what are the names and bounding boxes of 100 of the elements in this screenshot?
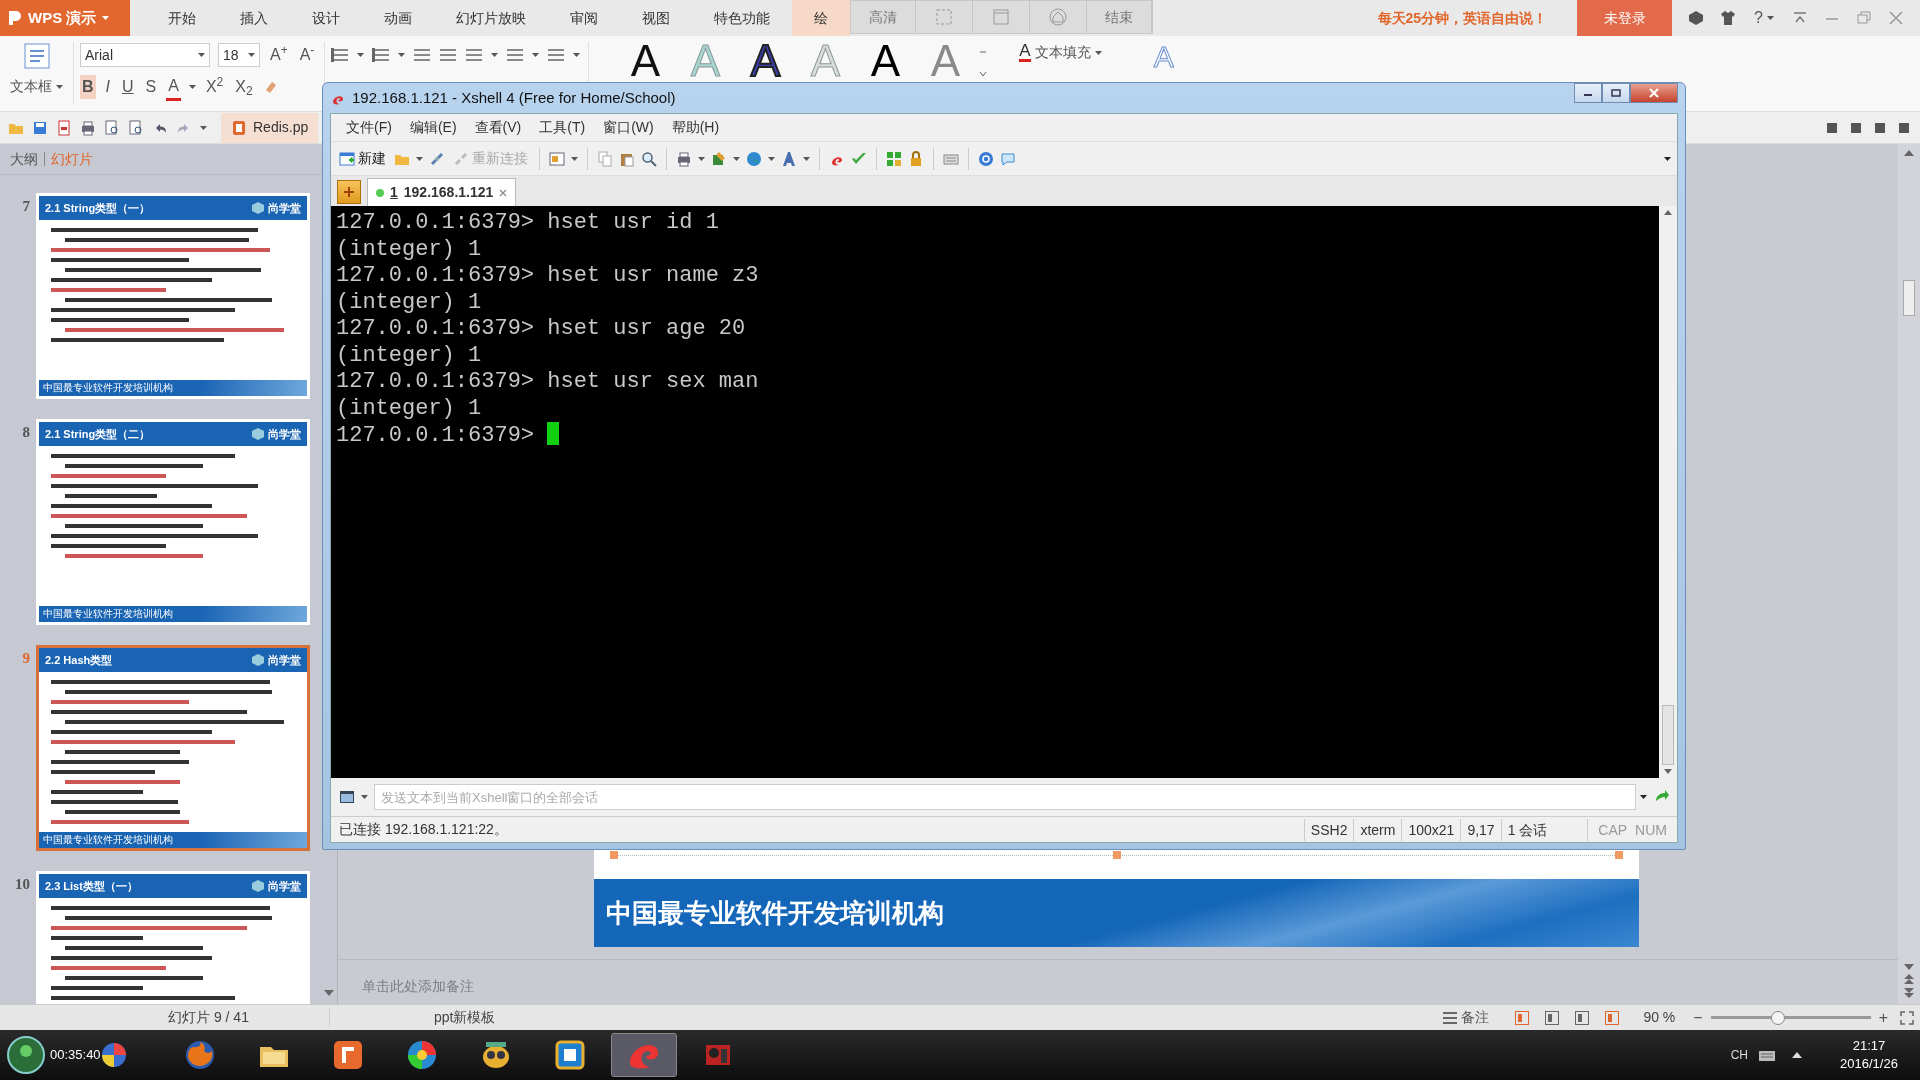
- notes-button[interactable]: 备注: [1441, 1007, 1492, 1028]
- copy-icon[interactable]: [597, 150, 613, 167]
- preview-icon[interactable]: [128, 119, 144, 136]
- scrollbar[interactable]: [1659, 206, 1677, 778]
- menu-tab[interactable]: 绘: [792, 0, 850, 36]
- close-icon[interactable]: [1888, 10, 1904, 26]
- maximize-button[interactable]: [1602, 83, 1630, 103]
- lock-icon[interactable]: [908, 150, 924, 167]
- menu-tab[interactable]: 视图: [620, 0, 692, 36]
- globe-icon[interactable]: [746, 150, 762, 167]
- slide-thumbnail[interactable]: 2.2 Hash类型 尚学堂 中国最专业软件开发培训机构: [36, 645, 310, 852]
- language-indicator[interactable]: CH: [1730, 1046, 1748, 1064]
- scroll-up-icon[interactable]: [1904, 150, 1914, 156]
- start-orb-icon[interactable]: [6, 1035, 46, 1075]
- menu-tab[interactable]: 插入: [218, 0, 290, 36]
- menu-item[interactable]: 编辑(E): [400, 117, 466, 138]
- menu-tab[interactable]: 设计: [290, 0, 362, 36]
- slideshow-icon[interactable]: [1605, 1010, 1620, 1025]
- menu-tab[interactable]: 特色功能: [692, 0, 792, 36]
- reading-view-icon[interactable]: [1575, 1010, 1590, 1025]
- resize-handle[interactable]: [1112, 851, 1121, 859]
- scroll-up-icon[interactable]: [1664, 210, 1672, 215]
- superscript-button[interactable]: X$^{2}$: [203, 75, 226, 99]
- format-button[interactable]: U: [120, 75, 136, 99]
- menu-tab[interactable]: 审阅: [548, 0, 620, 36]
- slide-thumbnail[interactable]: 2.3 List类型（一） 尚学堂: [36, 871, 310, 1004]
- document-tab[interactable]: Redis.pp: [221, 112, 319, 143]
- terminal-line: (integer) 1: [336, 395, 483, 422]
- scroll-down-icon[interactable]: [1664, 769, 1672, 774]
- format-button[interactable]: B: [80, 75, 96, 99]
- menu-item[interactable]: 帮助(H): [662, 117, 729, 138]
- menu-item[interactable]: 窗口(W): [594, 117, 663, 138]
- wordart-style[interactable]: A: [619, 42, 672, 80]
- resize-handle[interactable]: [610, 851, 618, 859]
- wordart-style[interactable]: A: [859, 42, 912, 80]
- panel-tab[interactable]: 大纲: [10, 148, 38, 170]
- close-button[interactable]: [1630, 83, 1678, 103]
- restore-icon[interactable]: [1856, 10, 1872, 26]
- numbering-icon[interactable]: [372, 47, 391, 63]
- menu-item[interactable]: 工具(T): [530, 117, 595, 138]
- slider-thumb[interactable]: [1770, 1010, 1785, 1025]
- grid-view-icon[interactable]: [1545, 1010, 1560, 1025]
- format-button[interactable]: I: [103, 75, 112, 99]
- properties-icon[interactable]: [549, 150, 565, 167]
- printer-icon[interactable]: [676, 150, 692, 167]
- normal-view-icon[interactable]: [1515, 1010, 1530, 1025]
- menu-tab[interactable]: 开始: [146, 0, 218, 36]
- scrollbar[interactable]: [1898, 144, 1920, 1004]
- slide-thumbnail[interactable]: 2.1 String类型（一） 尚学堂 中国最专业软件开发培训机构: [36, 193, 310, 400]
- next-slide-icon[interactable]: [1904, 988, 1914, 998]
- grow-font-button[interactable]: A$^{+}$: [268, 43, 290, 67]
- minimize-button[interactable]: [1574, 83, 1602, 103]
- help-button[interactable]: ?: [1752, 6, 1776, 30]
- fit-window-icon[interactable]: [1900, 1010, 1914, 1025]
- format-button[interactable]: S: [143, 75, 159, 99]
- printer-icon[interactable]: [80, 119, 96, 136]
- home-icon[interactable]: [1048, 7, 1068, 27]
- menu-tab[interactable]: 幻灯片放映: [434, 0, 548, 36]
- shirt-icon[interactable]: [1720, 10, 1737, 26]
- scroll-down-icon[interactable]: [324, 990, 334, 996]
- menu-item[interactable]: 文件(F): [337, 117, 401, 138]
- close-icon[interactable]: [499, 188, 508, 197]
- zoom-out-button[interactable]: −: [1691, 1005, 1705, 1030]
- font-name-field[interactable]: Arial: [80, 43, 210, 67]
- link-icon[interactable]: [429, 150, 445, 167]
- grid-icon[interactable]: [886, 150, 902, 167]
- clock-date[interactable]: 2016/1/26: [1840, 1055, 1898, 1073]
- text-box-icon[interactable]: [22, 42, 51, 70]
- previous-slide-icon[interactable]: [1904, 974, 1914, 984]
- clock-time[interactable]: 21:17: [1852, 1037, 1886, 1055]
- text-fill-button[interactable]: A 文本填充: [1017, 42, 1104, 63]
- pdf-icon[interactable]: [56, 119, 72, 136]
- scroll-thumb[interactable]: [1662, 705, 1674, 765]
- save-icon[interactable]: [32, 119, 48, 136]
- scroll-thumb[interactable]: [1903, 280, 1915, 316]
- bullets-icon[interactable]: [331, 47, 350, 63]
- print-preview-icon[interactable]: [104, 119, 120, 136]
- new-tab-button[interactable]: [337, 180, 361, 204]
- keyboard-icon[interactable]: [1758, 1048, 1776, 1062]
- font-icon[interactable]: [781, 150, 797, 167]
- new-session-button[interactable]: 新建: [337, 148, 388, 169]
- shrink-font-button[interactable]: A$^{-}$: [297, 43, 317, 67]
- wordart-style[interactable]: A: [739, 42, 792, 80]
- menu-item[interactable]: 查看(V): [465, 117, 531, 138]
- search-icon[interactable]: [641, 150, 657, 167]
- tray-arrow-icon[interactable]: [1792, 1052, 1802, 1058]
- terminal-icon[interactable]: [339, 789, 355, 805]
- palette-icon[interactable]: [711, 150, 727, 167]
- menu-tab[interactable]: 动画: [362, 0, 434, 36]
- slide-thumbnail[interactable]: 2.1 String类型（二） 尚学堂 中国最专业软件开发培训机构: [36, 419, 310, 626]
- speech-bubble-icon[interactable]: [1000, 150, 1016, 167]
- font-color-button[interactable]: A: [166, 73, 181, 101]
- font-size-field[interactable]: 18: [218, 43, 260, 67]
- session-tab[interactable]: 1 192.168.1.121: [367, 178, 517, 206]
- text-box-button[interactable]: 文本框: [8, 76, 65, 97]
- zoom-in-button[interactable]: +: [1876, 1005, 1890, 1030]
- scroll-down-icon[interactable]: [1904, 964, 1914, 970]
- resize-handle[interactable]: [1615, 851, 1623, 859]
- send-text-field[interactable]: 发送文本到当前Xshell窗口的全部会话: [374, 784, 1636, 810]
- subscript-button[interactable]: X$_{2}$: [233, 75, 255, 99]
